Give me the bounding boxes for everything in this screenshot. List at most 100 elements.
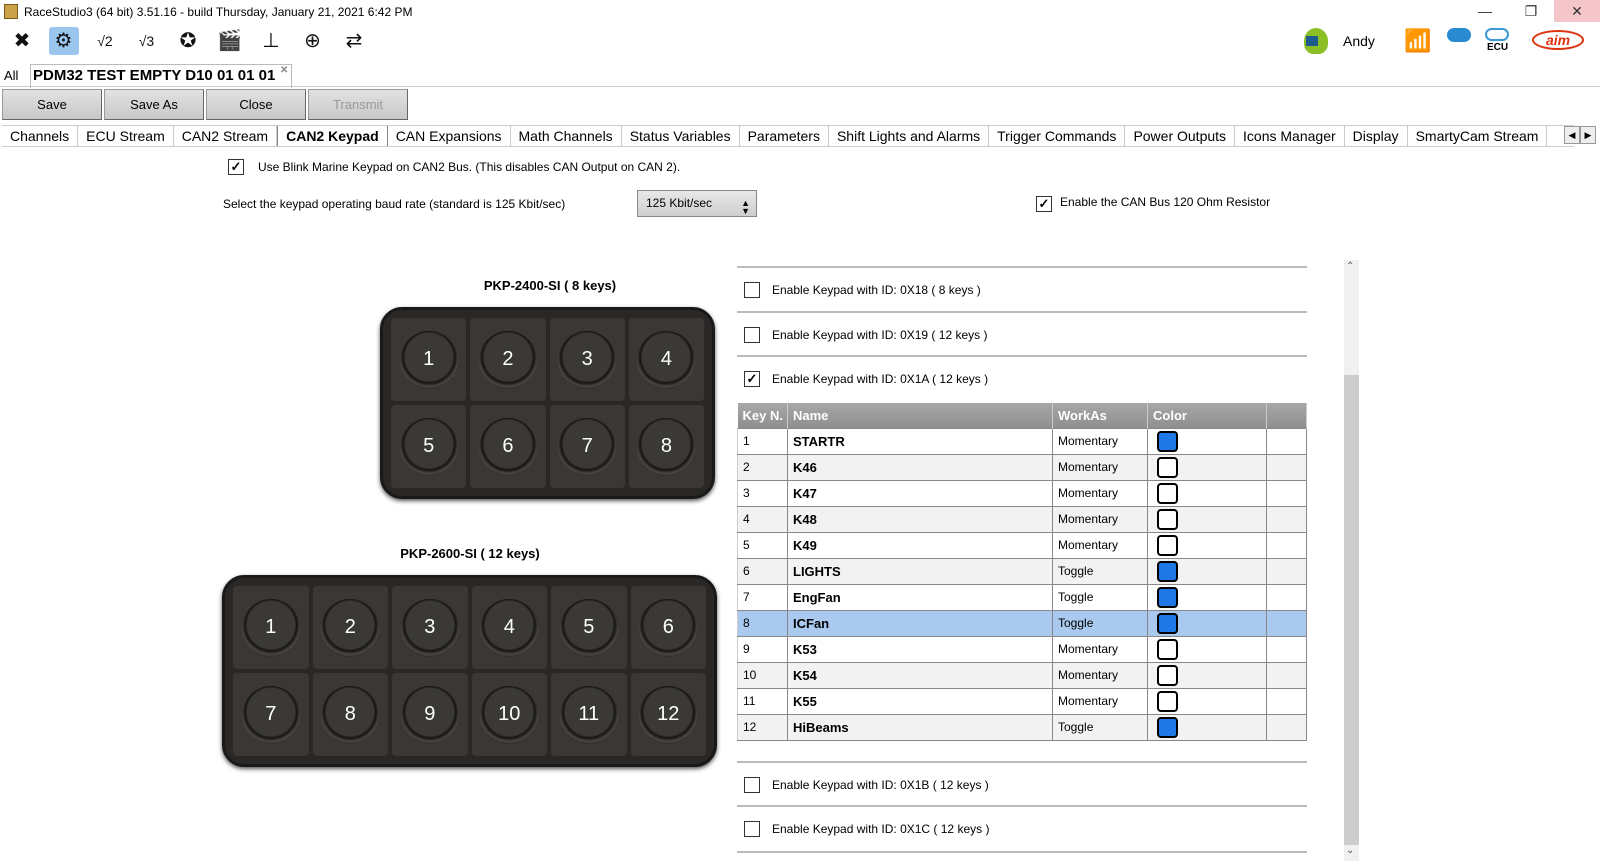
color-swatch[interactable] (1157, 586, 1178, 608)
key-workas[interactable]: Toggle (1052, 713, 1148, 741)
keypad-enable-checkbox[interactable]: ✓ (744, 371, 760, 387)
wrench-icon[interactable]: ✖ (7, 27, 37, 55)
wifi-icon[interactable]: 📶 (1404, 28, 1431, 54)
table-row[interactable]: 12 HiBeams Toggle (737, 713, 1307, 741)
key-color-cell[interactable] (1147, 453, 1267, 481)
color-swatch[interactable] (1157, 456, 1178, 478)
table-row[interactable]: 4 K48 Momentary (737, 505, 1307, 533)
key-color-cell[interactable] (1147, 713, 1267, 741)
key-name[interactable]: ICFan (787, 609, 1053, 637)
tab-can-expansions[interactable]: CAN Expansions (388, 126, 511, 146)
table-row[interactable]: 8 ICFan Toggle (737, 609, 1307, 637)
color-swatch[interactable] (1157, 638, 1178, 660)
v2-icon[interactable]: √2 (90, 27, 120, 55)
key-workas[interactable]: Momentary (1052, 687, 1148, 715)
key-color-cell[interactable] (1147, 687, 1267, 715)
key-workas[interactable]: Toggle (1052, 557, 1148, 585)
minimize-button[interactable]: — (1462, 0, 1508, 22)
table-row[interactable]: 5 K49 Momentary (737, 531, 1307, 559)
close-window-button[interactable]: ✕ (1554, 0, 1600, 22)
scroll-up-icon[interactable]: ⌃ (1346, 261, 1354, 272)
use-blink-checkbox[interactable]: ✓ (228, 159, 244, 175)
close-button[interactable]: Close (206, 89, 306, 120)
save-button[interactable]: Save (2, 89, 102, 120)
key-color-cell[interactable] (1147, 531, 1267, 559)
tab-math-channels[interactable]: Math Channels (511, 126, 622, 146)
key-name[interactable]: K46 (787, 453, 1053, 481)
key-color-cell[interactable] (1147, 505, 1267, 533)
keypad-enable-checkbox[interactable] (744, 777, 760, 793)
transfer-icon[interactable]: ⇄ (339, 27, 369, 55)
add-device-icon[interactable]: ⊕ (298, 27, 328, 55)
key-workas[interactable]: Momentary (1052, 453, 1148, 481)
doc-tab-active[interactable]: PDM32 TEST EMPTY D10 01 01 01 ✕ (30, 64, 293, 88)
key-name[interactable]: HiBeams (787, 713, 1053, 741)
tab-can2-stream[interactable]: CAN2 Stream (174, 126, 278, 146)
tab-trigger-commands[interactable]: Trigger Commands (989, 126, 1126, 146)
key-workas[interactable]: Momentary (1052, 479, 1148, 507)
tab-ecu-stream[interactable]: ECU Stream (78, 126, 174, 146)
tab-status-variables[interactable]: Status Variables (622, 126, 740, 146)
v3-icon[interactable]: √3 (132, 27, 162, 55)
keypad-enable-checkbox[interactable] (744, 327, 760, 343)
key-name[interactable]: EngFan (787, 583, 1053, 611)
key-color-cell[interactable] (1147, 635, 1267, 663)
key-name[interactable]: K47 (787, 479, 1053, 507)
tab-channels[interactable]: Channels (2, 126, 79, 146)
scroll-down-icon[interactable]: ⌄ (1346, 845, 1354, 856)
key-workas[interactable]: Momentary (1052, 661, 1148, 689)
tab-display[interactable]: Display (1345, 126, 1408, 146)
key-name[interactable]: K55 (787, 687, 1053, 715)
close-tab-icon[interactable]: ✕ (280, 65, 288, 76)
cloud-ecu-icon[interactable] (1485, 28, 1509, 41)
table-row[interactable]: 7 EngFan Toggle (737, 583, 1307, 611)
keypad-enable-checkbox[interactable] (744, 282, 760, 298)
color-swatch[interactable] (1157, 430, 1178, 452)
key-name[interactable]: LIGHTS (787, 557, 1053, 585)
color-swatch[interactable] (1157, 664, 1178, 686)
tab-shift-lights-and-alarms[interactable]: Shift Lights and Alarms (829, 126, 990, 146)
water-temp-icon[interactable]: ⊥ (256, 27, 286, 55)
tab-scroll-left[interactable]: ◀ (1564, 126, 1580, 144)
key-workas[interactable]: Momentary (1052, 531, 1148, 559)
key-name[interactable]: K48 (787, 505, 1053, 533)
key-name[interactable]: K54 (787, 661, 1053, 689)
color-swatch[interactable] (1157, 690, 1178, 712)
table-row[interactable]: 11 K55 Momentary (737, 687, 1307, 715)
color-swatch[interactable] (1157, 612, 1178, 634)
tab-parameters[interactable]: Parameters (740, 126, 829, 146)
clapper-icon[interactable]: 🎬 (215, 27, 245, 55)
doc-tab-all[interactable]: All (4, 68, 18, 83)
table-row[interactable]: 2 K46 Momentary (737, 453, 1307, 481)
keypad-enable-checkbox[interactable] (744, 821, 760, 837)
key-color-cell[interactable] (1147, 583, 1267, 611)
save-as-button[interactable]: Save As (104, 89, 204, 120)
user-name[interactable]: Andy (1343, 33, 1375, 49)
key-color-cell[interactable] (1147, 427, 1267, 455)
tab-smartycam-stream[interactable]: SmartyCam Stream (1408, 126, 1548, 146)
table-row[interactable]: 1 STARTR Momentary (737, 427, 1307, 455)
restore-button[interactable]: ❐ (1508, 0, 1554, 22)
key-workas[interactable]: Momentary (1052, 427, 1148, 455)
transmit-button[interactable]: Transmit (308, 89, 408, 120)
tab-can2-keypad[interactable]: CAN2 Keypad (277, 126, 388, 146)
tab-scroll-right[interactable]: ▶ (1580, 126, 1596, 144)
key-name[interactable]: K53 (787, 635, 1053, 663)
key-workas[interactable]: Toggle (1052, 609, 1148, 637)
color-swatch[interactable] (1157, 508, 1178, 530)
key-workas[interactable]: Momentary (1052, 635, 1148, 663)
key-color-cell[interactable] (1147, 479, 1267, 507)
map-icon[interactable]: ✪ (173, 27, 203, 55)
table-row[interactable]: 9 K53 Momentary (737, 635, 1307, 663)
gear-icon[interactable]: ⚙ (48, 27, 79, 55)
scrollbar-thumb[interactable] (1344, 375, 1359, 845)
table-row[interactable]: 3 K47 Momentary (737, 479, 1307, 507)
color-swatch[interactable] (1157, 482, 1178, 504)
color-swatch[interactable] (1157, 534, 1178, 556)
key-color-cell[interactable] (1147, 609, 1267, 637)
key-color-cell[interactable] (1147, 557, 1267, 585)
key-workas[interactable]: Momentary (1052, 505, 1148, 533)
baud-select[interactable]: 125 Kbit/sec ▲ ▼ (637, 190, 757, 217)
table-row[interactable]: 10 K54 Momentary (737, 661, 1307, 689)
key-color-cell[interactable] (1147, 661, 1267, 689)
